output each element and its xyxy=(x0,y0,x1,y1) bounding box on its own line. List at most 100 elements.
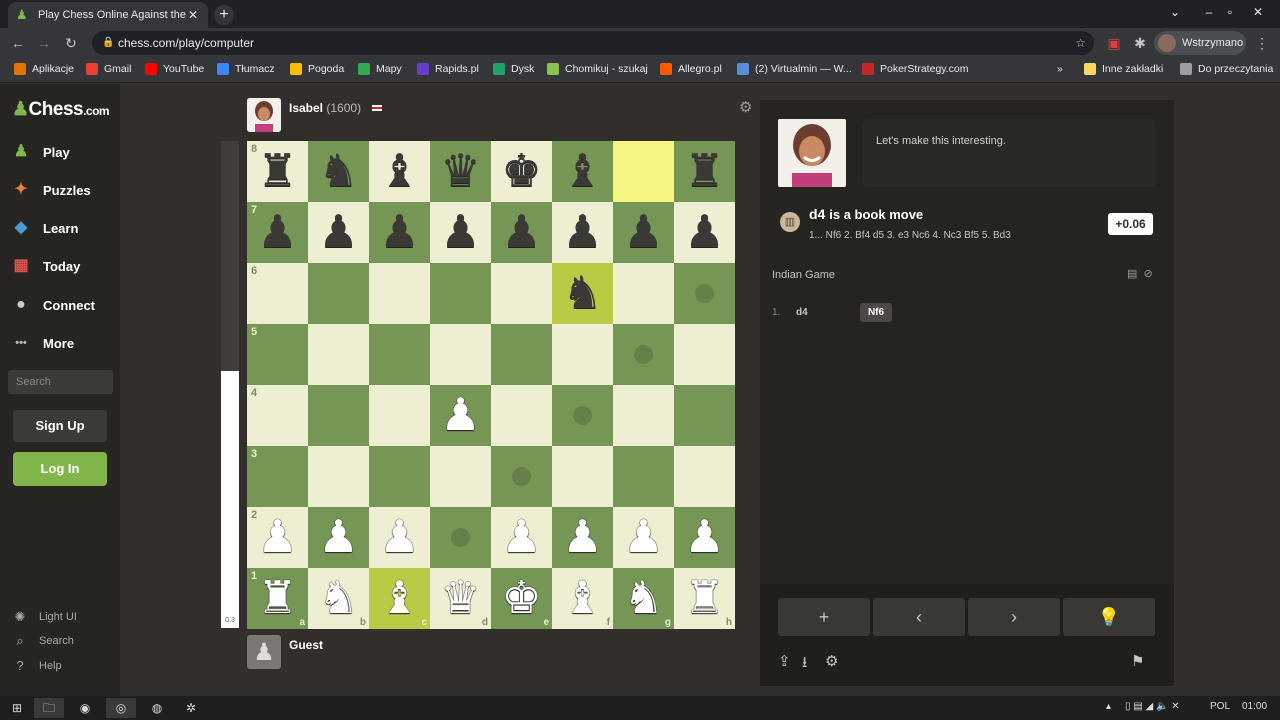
previous-move-button[interactable]: ‹ xyxy=(873,598,965,636)
board-square-h3[interactable] xyxy=(674,446,735,507)
board-square-d6[interactable] xyxy=(430,263,491,324)
board-square-g7[interactable]: ♟ xyxy=(613,202,674,263)
black-pawn-icon[interactable]: ♟ xyxy=(369,202,430,263)
back-icon[interactable]: ← xyxy=(8,34,28,52)
board-square-d8[interactable]: ♛ xyxy=(430,141,491,202)
url-bar[interactable]: 🔒 chess.com/play/computer ☆ xyxy=(92,31,1094,55)
sidebar-item-connect[interactable]: ● Connect xyxy=(10,294,95,316)
tray-expand-icon[interactable]: ▴ xyxy=(1106,701,1111,712)
legal-move-hint[interactable] xyxy=(634,345,653,364)
board-square-d3[interactable] xyxy=(430,446,491,507)
sidebar-footer-search[interactable]: ⌕ Search xyxy=(12,633,74,649)
close-window-button[interactable]: ✕ xyxy=(1240,0,1276,28)
app-icon[interactable]: ◉ xyxy=(70,698,100,718)
board-square-d2[interactable] xyxy=(430,507,491,568)
next-move-button[interactable]: › xyxy=(968,598,1060,636)
chesscom-logo[interactable]: ♟Chess.com xyxy=(12,98,110,121)
compass-icon[interactable]: ⊘ xyxy=(1144,268,1153,280)
board-square-g3[interactable] xyxy=(613,446,674,507)
board-square-c2[interactable]: ♟ xyxy=(369,507,430,568)
black-pawn-icon[interactable]: ♟ xyxy=(308,202,369,263)
board-square-b3[interactable] xyxy=(308,446,369,507)
new-game-plus-button[interactable]: + xyxy=(778,598,870,636)
black-bishop-icon[interactable]: ♝ xyxy=(369,141,430,202)
board-square-b2[interactable]: ♟ xyxy=(308,507,369,568)
board-square-a7[interactable]: ♟ 7 xyxy=(247,202,308,263)
board-square-f2[interactable]: ♟ xyxy=(552,507,613,568)
bookmark-item[interactable]: Tłumacz xyxy=(217,63,275,75)
white-pawn-icon[interactable]: ♟ xyxy=(552,507,613,568)
board-square-h1[interactable]: ♜ h xyxy=(674,568,735,629)
move-black-selected[interactable]: Nf6 xyxy=(860,303,892,322)
download-icon[interactable]: ⭳ xyxy=(802,652,807,677)
board-square-e2[interactable]: ♟ xyxy=(491,507,552,568)
bookmark-item[interactable]: Rapids.pl xyxy=(417,63,479,75)
board-square-c5[interactable] xyxy=(369,324,430,385)
board-square-e7[interactable]: ♟ xyxy=(491,202,552,263)
board-square-a3[interactable]: 3 xyxy=(247,446,308,507)
black-knight-icon[interactable]: ♞ xyxy=(552,263,613,324)
sign-up-button[interactable]: Sign Up xyxy=(13,410,107,442)
bookmark-item[interactable]: Gmail xyxy=(86,63,131,75)
bookmark-item[interactable]: Pogoda xyxy=(290,63,344,75)
board-square-b1[interactable]: ♞ b xyxy=(308,568,369,629)
board-square-c1[interactable]: ♝ c xyxy=(369,568,430,629)
sidebar-footer-light-ui[interactable]: ✺ Light UI xyxy=(12,609,77,625)
sidebar-footer-help[interactable]: ? Help xyxy=(12,658,61,673)
board-square-a1[interactable]: ♜ 1 a xyxy=(247,568,308,629)
white-pawn-icon[interactable]: ♟ xyxy=(430,385,491,446)
board-square-h4[interactable] xyxy=(674,385,735,446)
sidebar-search-input[interactable]: Search xyxy=(8,370,113,394)
black-pawn-icon[interactable]: ♟ xyxy=(491,202,552,263)
settings-gear-icon[interactable]: ⚙ xyxy=(825,652,838,670)
book-explorer-icon[interactable]: ▤ xyxy=(1127,268,1137,280)
browser-tab[interactable]: ♟ Play Chess Online Against the Co ✕ xyxy=(8,2,208,28)
board-square-g2[interactable]: ♟ xyxy=(613,507,674,568)
move-white[interactable]: d4 xyxy=(796,307,808,318)
share-icon[interactable]: ⇪ xyxy=(778,652,791,670)
board-square-g6[interactable] xyxy=(613,263,674,324)
legal-move-hint[interactable] xyxy=(512,467,531,486)
bookmarks-overflow-icon[interactable]: » xyxy=(1057,63,1063,75)
sidebar-item-play[interactable]: ♟ Play xyxy=(10,141,70,163)
board-square-c8[interactable]: ♝ xyxy=(369,141,430,202)
white-pawn-icon[interactable]: ♟ xyxy=(674,507,735,568)
black-rook-icon[interactable]: ♜ xyxy=(674,141,735,202)
legal-move-hint[interactable] xyxy=(573,406,592,425)
board-square-d7[interactable]: ♟ xyxy=(430,202,491,263)
board-square-a6[interactable]: 6 xyxy=(247,263,308,324)
board-square-h5[interactable] xyxy=(674,324,735,385)
bookmark-item[interactable]: Aplikacje xyxy=(14,63,74,75)
hint-bulb-button[interactable]: 💡 xyxy=(1063,598,1155,636)
bookmark-item[interactable]: Inne zakładki xyxy=(1084,63,1163,75)
app-icon-3[interactable]: ✲ xyxy=(176,698,206,718)
bookmark-item[interactable]: Mapy xyxy=(358,63,402,75)
white-pawn-icon[interactable]: ♟ xyxy=(308,507,369,568)
board-square-f1[interactable]: ♝ f xyxy=(552,568,613,629)
board-square-f4[interactable] xyxy=(552,385,613,446)
board-square-g5[interactable] xyxy=(613,324,674,385)
board-square-f7[interactable]: ♟ xyxy=(552,202,613,263)
chess-board[interactable]: ♜ 8 ♞ ♝ ♛ ♚ ♝ ♜ ♟ 7 ♟ ♟ ♟ ♟ ♟ ♟ ♟ 6 ♞ 5 4 ♟ 3 ♟ 2 ♟ ♟ ♟ ♟ ♟ ♟ ♜ 1 a ♞ b ♝ c ♛ d… xyxy=(247,141,735,629)
board-square-h7[interactable]: ♟ xyxy=(674,202,735,263)
board-square-c7[interactable]: ♟ xyxy=(369,202,430,263)
board-square-g1[interactable]: ♞ g xyxy=(613,568,674,629)
sidebar-item-puzzles[interactable]: ✦ Puzzles xyxy=(10,179,90,201)
board-square-b5[interactable] xyxy=(308,324,369,385)
board-square-e1[interactable]: ♚ e xyxy=(491,568,552,629)
language-indicator[interactable]: POL xyxy=(1210,701,1230,712)
white-bishop-icon[interactable]: ♝ xyxy=(552,568,613,629)
board-square-a5[interactable]: 5 xyxy=(247,324,308,385)
board-square-a4[interactable]: 4 xyxy=(247,385,308,446)
black-bishop-icon[interactable]: ♝ xyxy=(552,141,613,202)
log-in-button[interactable]: Log In xyxy=(13,452,107,486)
bookmark-item[interactable]: PokerStrategy.com xyxy=(862,63,969,75)
reload-icon[interactable]: ↻ xyxy=(61,34,81,52)
tray-icons[interactable]: ▯ ▤ ◢ 🔈 ✕ xyxy=(1125,701,1180,712)
legal-move-hint[interactable] xyxy=(695,284,714,303)
sidebar-item-today[interactable]: ▦ Today xyxy=(10,255,80,277)
board-square-b4[interactable] xyxy=(308,385,369,446)
black-pawn-icon[interactable]: ♟ xyxy=(552,202,613,263)
bookmark-item[interactable]: Dysk xyxy=(493,63,534,75)
board-square-c4[interactable] xyxy=(369,385,430,446)
